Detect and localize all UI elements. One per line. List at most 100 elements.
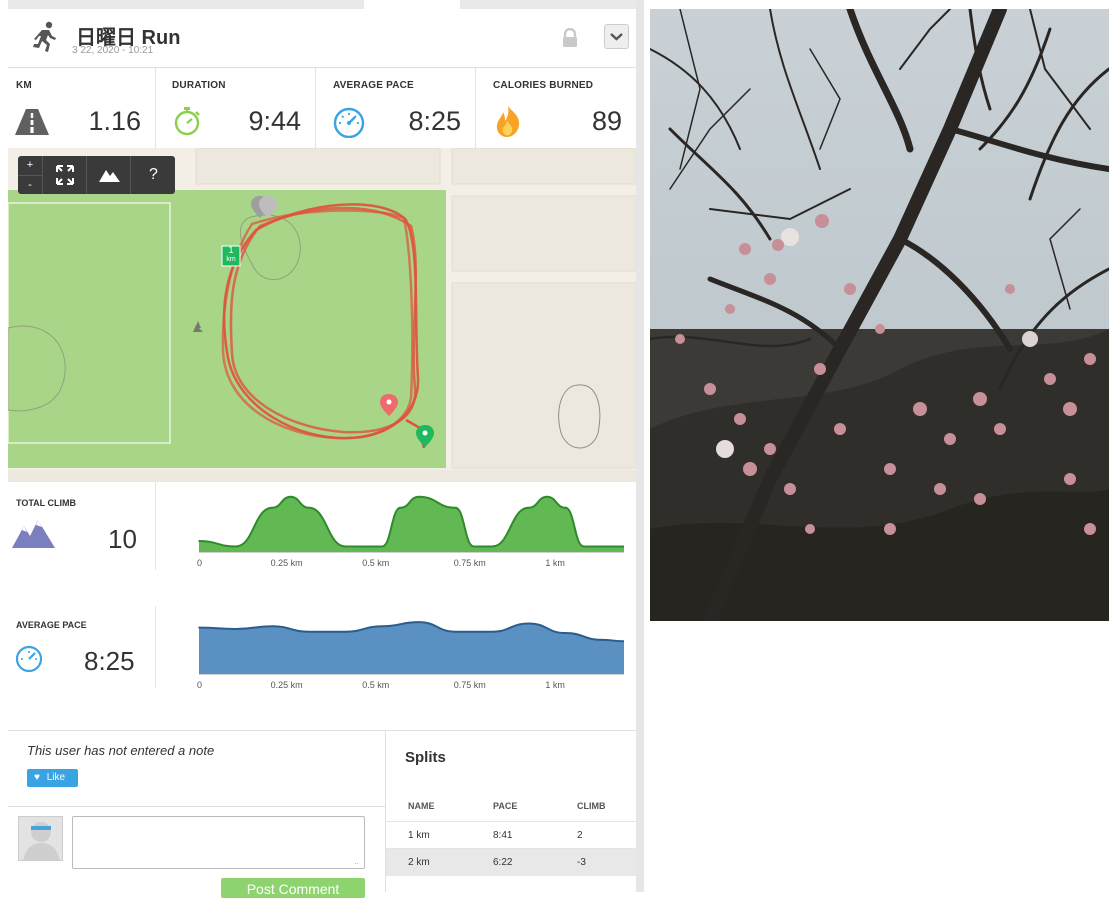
pace-tick-label: 0.25 km (271, 680, 303, 690)
user-icon (19, 817, 62, 860)
speedometer-icon (333, 107, 365, 138)
pace-point (418, 621, 420, 623)
climb-point (381, 545, 383, 548)
chart-divider (155, 606, 156, 688)
pace-point (308, 630, 310, 633)
map-canvas (8, 148, 636, 482)
split-name: 1 km (408, 830, 430, 841)
avatar (18, 816, 63, 861)
active-tab[interactable] (364, 0, 460, 9)
expand-icon (56, 165, 74, 185)
climb-tick-label: 0.75 km (454, 558, 486, 568)
stat-value: 8:25 (408, 106, 461, 136)
table-row: 1 km 8:41 2 (386, 821, 636, 849)
split-climb: -3 (577, 857, 586, 868)
climb-point (399, 507, 402, 509)
climb-label: TOTAL CLIMB (16, 498, 76, 508)
stopwatch-icon (174, 107, 200, 136)
climb-point (271, 507, 274, 509)
stat-duration: DURATION 9:44 (156, 68, 316, 148)
climb-point (363, 545, 365, 548)
post-comment-button[interactable]: Post Comment (221, 878, 365, 898)
stat-label: AVERAGE PACE (333, 80, 414, 91)
pace-value: 8:25 (84, 646, 135, 676)
note-and-comments: This user has not entered a note ♥ Like … (8, 730, 385, 898)
help-button[interactable]: ? (130, 156, 176, 194)
zoom-in-button[interactable]: + (18, 156, 42, 175)
pace-area (199, 622, 624, 674)
activity-header: 日曜日 Run 3 22, 2020 - 10:21 (8, 9, 636, 68)
pace-tick-label: 1 km (545, 680, 565, 690)
like-button[interactable]: ♥ Like (27, 769, 78, 787)
terrain-button[interactable] (86, 156, 131, 194)
km-marker-label: 1 km (223, 246, 239, 264)
climb-point (308, 507, 310, 509)
climb-point (344, 545, 347, 548)
pace-point (234, 628, 237, 630)
pace-point (271, 625, 274, 628)
comment-input[interactable]: .. (72, 816, 365, 869)
pace-chart-section: AVERAGE PACE 8:25 0 0.25 km 0.5 km 0.75 km 1… (8, 602, 636, 728)
pace-point (601, 639, 603, 641)
climb-point (198, 540, 200, 542)
pace-point (454, 630, 457, 633)
climb-tick-label: 0.5 km (362, 558, 389, 568)
pace-tick-label: 0.75 km (454, 680, 486, 690)
mountain-icon (99, 170, 120, 182)
resize-handle-icon[interactable]: .. (355, 857, 359, 866)
road-icon (15, 109, 49, 135)
stat-label: CALORIES BURNED (493, 80, 594, 91)
climb-point (546, 495, 548, 498)
climb-tick-label: 1 km (545, 558, 565, 568)
split-name: 2 km (408, 857, 430, 868)
options-dropdown-button[interactable] (604, 24, 629, 49)
climb-tick-label: 0 (197, 558, 202, 568)
heart-icon: ♥ (34, 772, 40, 783)
stat-average-pace: AVERAGE PACE 8:25 (316, 68, 476, 148)
route-map[interactable]: 1 km + - ? (8, 148, 636, 482)
climb-point (454, 507, 457, 509)
scrollbar[interactable] (636, 0, 644, 892)
fullscreen-button[interactable] (42, 156, 87, 194)
stat-value: 89 (591, 106, 622, 136)
pace-point (527, 622, 530, 625)
zoom-out-button[interactable]: - (18, 175, 42, 195)
runner-icon (33, 21, 56, 52)
pace-point (344, 630, 347, 633)
climb-point (527, 507, 530, 509)
pace-point (381, 625, 383, 628)
split-pace: 8:41 (493, 830, 513, 841)
climb-point (472, 545, 475, 548)
climb-point (234, 545, 237, 548)
stat-value: 1.16 (88, 106, 141, 136)
split-climb: 2 (577, 830, 583, 841)
chart-divider (155, 482, 156, 570)
climb-chart-section: TOTAL CLIMB 10 0 0.25 km 0.5 km 0.75 km 1 km (8, 482, 636, 602)
stat-label: KM (16, 80, 32, 91)
lock-icon[interactable] (561, 28, 579, 48)
pace-tick-label: 0.5 km (362, 680, 389, 690)
stat-label: DURATION (172, 80, 226, 91)
climb-point (564, 507, 567, 509)
activity-photo[interactable] (650, 9, 1109, 621)
user-note: This user has not entered a note (27, 743, 215, 758)
stats-bar: KM 1.16 DURATION 9:44 AVERAGE PACE 8:25 … (8, 68, 636, 149)
stat-calories: CALORIES BURNED 89 (476, 68, 636, 148)
activity-date: 3 22, 2020 - 10:21 (72, 45, 154, 56)
pace-chart: 0 0.25 km 0.5 km 0.75 km 1 km (197, 621, 624, 690)
km-marker-unit: km (226, 256, 236, 263)
mountains-icon (12, 520, 55, 548)
column-header-name: NAME (408, 801, 435, 811)
climb-tick-label: 0.25 km (271, 558, 303, 568)
stat-value: 9:44 (248, 106, 301, 136)
speedometer-icon (15, 645, 43, 672)
climb-point (491, 545, 493, 548)
flame-icon (496, 106, 520, 137)
split-pace: 6:22 (493, 857, 513, 868)
splits-title: Splits (405, 749, 446, 766)
pace-point (491, 630, 493, 633)
column-header-climb: CLIMB (577, 801, 606, 811)
pace-point (564, 632, 567, 634)
splits-table: Splits NAME PACE CLIMB 1 km 8:41 2 2 km … (385, 730, 636, 892)
pace-label: AVERAGE PACE (16, 620, 87, 630)
